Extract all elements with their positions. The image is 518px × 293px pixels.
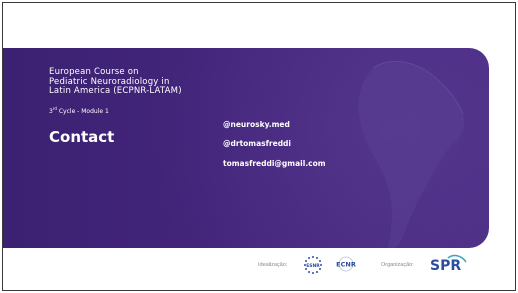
slide: European Course on Pediatric Neuroradiol… — [2, 2, 516, 291]
title-banner: European Course on Pediatric Neuroradiol… — [3, 48, 489, 248]
contact-email: tomasfreddi@gmail.com — [223, 159, 326, 168]
contact-heading: Contact — [49, 128, 115, 146]
course-title-line-3: Latin America (ECPNR-LATAM) — [49, 86, 182, 96]
ecnr-logo: ECNR — [336, 256, 356, 272]
organization-label: Organização: — [381, 262, 414, 268]
svg-text:ECNR: ECNR — [336, 261, 356, 269]
spr-logo: SPR — [430, 254, 467, 274]
cycle-module: Cycle - Module 1 — [56, 108, 109, 115]
south-america-map-graphic — [358, 61, 465, 248]
idealization-label: Idealização: — [258, 262, 288, 268]
contact-instagram-drtomasfreddi: @drtomasfreddi — [223, 139, 292, 148]
course-title: European Course on Pediatric Neuroradiol… — [49, 67, 249, 97]
course-cycle: 3rd Cycle - Module 1 — [49, 106, 109, 115]
svg-text:SPR: SPR — [430, 258, 461, 274]
esnr-logo: ESNR — [304, 256, 322, 274]
contact-instagram-neurosky: @neurosky.med — [223, 120, 290, 129]
svg-text:ESNR: ESNR — [306, 263, 320, 269]
